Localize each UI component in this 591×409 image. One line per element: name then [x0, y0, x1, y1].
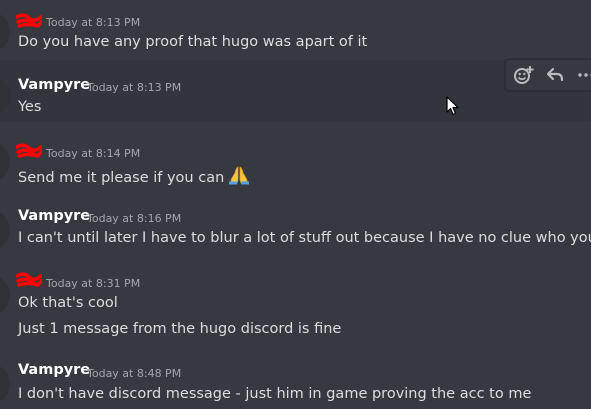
message-item[interactable]: Today at 8:13 PM Do you have any proof t… — [0, 0, 591, 60]
avatar[interactable] — [0, 275, 10, 315]
folded-hands-emoji-icon — [229, 166, 250, 185]
redacted-username-scribble — [16, 13, 42, 28]
avatar[interactable] — [0, 142, 10, 182]
add-reaction-icon — [514, 66, 534, 84]
message-timestamp: Today at 8:13 PM — [87, 81, 182, 94]
reply-button[interactable] — [543, 63, 567, 87]
message-timestamp: Today at 8:31 PM — [46, 277, 141, 290]
chat-messages-area[interactable]: Today at 8:13 PM Do you have any proof t… — [0, 0, 591, 409]
mouse-cursor-icon — [446, 96, 459, 116]
message-author[interactable]: Vampyre — [18, 362, 90, 378]
avatar[interactable] — [0, 210, 10, 250]
message-text: Send me it please if you can — [18, 170, 225, 186]
more-options-icon — [578, 73, 591, 77]
message-content: Do you have any proof that hugo was apar… — [18, 34, 368, 50]
message-item[interactable]: Vampyre Today at 8:16 PM I can't until l… — [0, 195, 591, 257]
message-actions-toolbar — [505, 59, 591, 91]
message-content: Yes — [18, 99, 42, 115]
message-timestamp: Today at 8:16 PM — [87, 212, 182, 225]
message-timestamp: Today at 8:48 PM — [87, 367, 182, 380]
message-content: I don't have discord message - just him … — [18, 386, 532, 402]
add-reaction-button[interactable] — [512, 63, 536, 87]
message-item[interactable]: Vampyre Today at 8:48 PM I don't have di… — [0, 350, 591, 409]
message-timestamp: Today at 8:13 PM — [46, 16, 141, 29]
reply-icon — [546, 67, 564, 82]
message-item[interactable]: Vampyre Today at 8:13 PM Yes — [0, 60, 591, 122]
avatar[interactable] — [0, 76, 10, 116]
message-content: I can't until later I have to blur a lot… — [18, 230, 591, 246]
message-item[interactable]: Today at 8:31 PM Ok that's cool Just 1 m… — [0, 260, 591, 344]
message-content: Ok that's cool — [18, 295, 118, 311]
message-timestamp: Today at 8:14 PM — [46, 147, 141, 160]
avatar[interactable] — [0, 12, 10, 52]
redacted-username-scribble — [16, 143, 42, 158]
message-content: Just 1 message from the hugo discord is … — [18, 321, 342, 337]
avatar[interactable] — [0, 364, 10, 404]
message-item[interactable]: Today at 8:14 PM Send me it please if yo… — [0, 130, 591, 192]
redacted-username-scribble — [16, 272, 42, 287]
message-content: Send me it please if you can — [18, 165, 250, 186]
more-options-button[interactable] — [574, 63, 591, 87]
message-author[interactable]: Vampyre — [18, 77, 90, 93]
message-author[interactable]: Vampyre — [18, 208, 90, 224]
